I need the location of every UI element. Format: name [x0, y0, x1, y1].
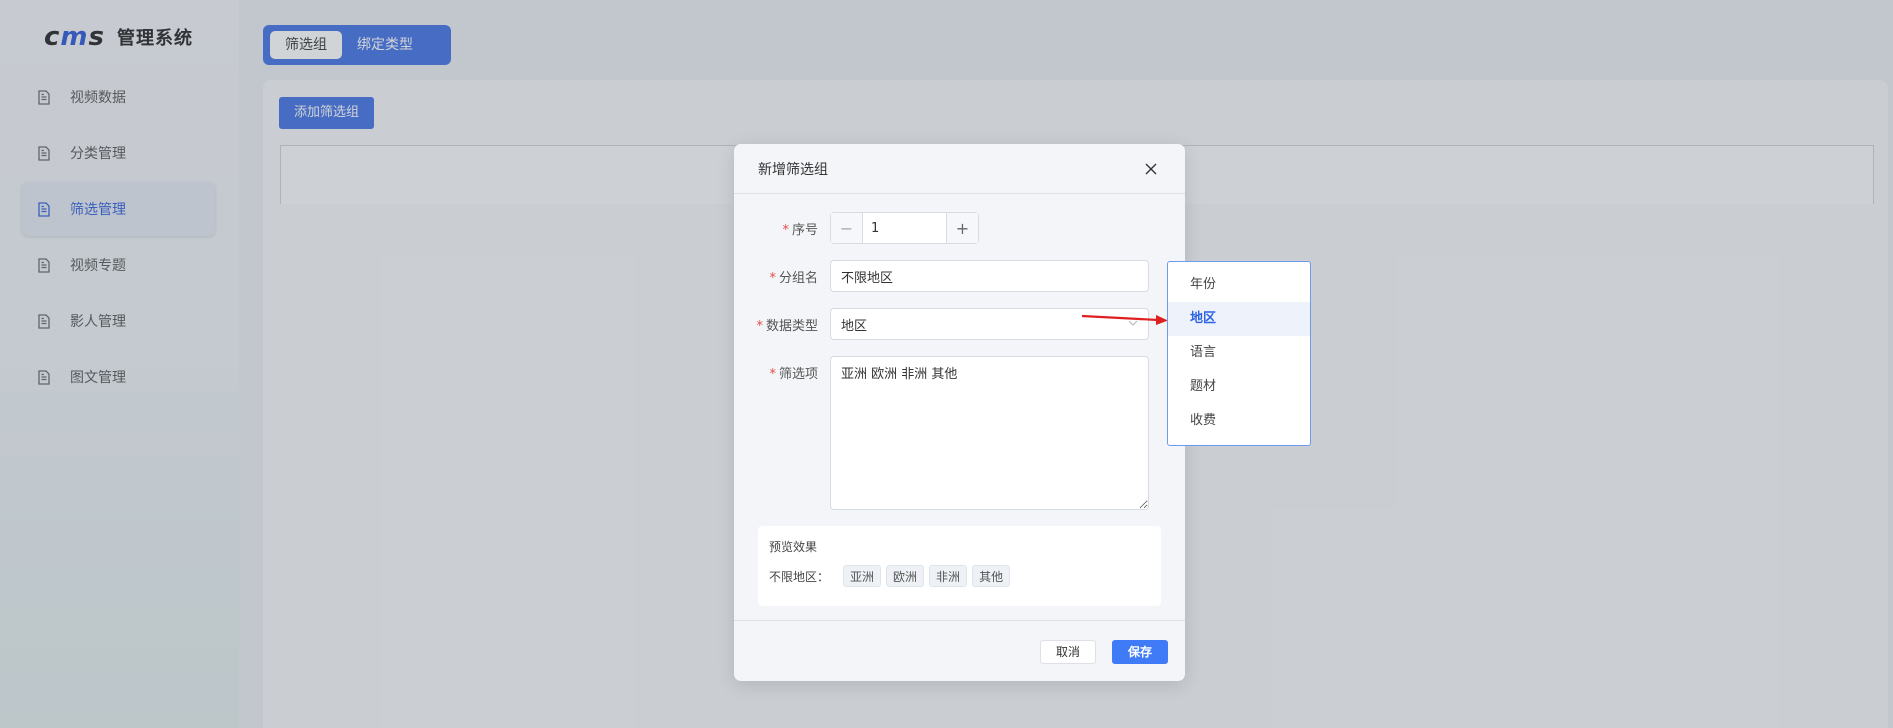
options-label: * 筛选项	[769, 367, 818, 382]
group-name-label: * 分组名	[769, 270, 818, 286]
preview-title: 预览效果	[769, 540, 818, 554]
options-textarea[interactable]: 亚洲 欧洲 非洲 其他	[830, 356, 1149, 510]
preview-row-label: 不限地区：	[769, 569, 830, 584]
preview-tag: 其他	[972, 565, 1011, 587]
plus-icon[interactable]: +	[946, 213, 978, 243]
dropdown-option-region[interactable]: 地区	[1168, 302, 1310, 336]
add-filter-group-dialog: 新增筛选组 *序号 − + *分组名 *数据类型 地区 *筛选项 亚洲 欧洲 非…	[734, 144, 1185, 681]
order-input[interactable]	[863, 213, 946, 243]
data-type-label: * 数据类型	[756, 318, 818, 334]
save-button[interactable]: 保存	[1112, 640, 1168, 664]
preview-tag: 非洲	[929, 565, 968, 587]
dialog-title: 新增筛选组	[758, 161, 828, 178]
dialog-header: 新增筛选组	[734, 144, 1185, 194]
dropdown-option-year[interactable]: 年份	[1168, 268, 1310, 302]
group-name-input[interactable]	[830, 260, 1149, 292]
cancel-button[interactable]: 取消	[1040, 640, 1096, 664]
dialog-footer: 取消 保存	[734, 620, 1185, 681]
preview-tag: 欧洲	[886, 565, 925, 587]
preview-tag: 亚洲	[843, 565, 882, 587]
options-row: * 筛选项 亚洲 欧洲 非洲 其他	[734, 356, 1149, 510]
order-label: * 序号	[782, 222, 818, 238]
order-row: *序号 − +	[734, 212, 979, 244]
preview-row: 不限地区： 亚洲 欧洲 非洲 其他	[769, 565, 1150, 587]
minus-icon[interactable]: −	[831, 213, 863, 243]
dropdown-option-language[interactable]: 语言	[1168, 336, 1310, 370]
red-arrow-icon	[1081, 314, 1168, 325]
dropdown-option-genre[interactable]: 题材	[1168, 370, 1310, 404]
order-stepper: − +	[830, 212, 979, 244]
data-type-dropdown: 年份 地区 语言 题材 收费	[1167, 261, 1311, 446]
close-icon[interactable]	[1139, 157, 1163, 181]
preview-box: 预览效果 不限地区： 亚洲 欧洲 非洲 其他	[758, 526, 1161, 606]
group-name-row: * 分组名	[734, 260, 1149, 292]
dropdown-option-fee[interactable]: 收费	[1168, 404, 1310, 438]
data-type-value: 地区	[841, 318, 868, 334]
